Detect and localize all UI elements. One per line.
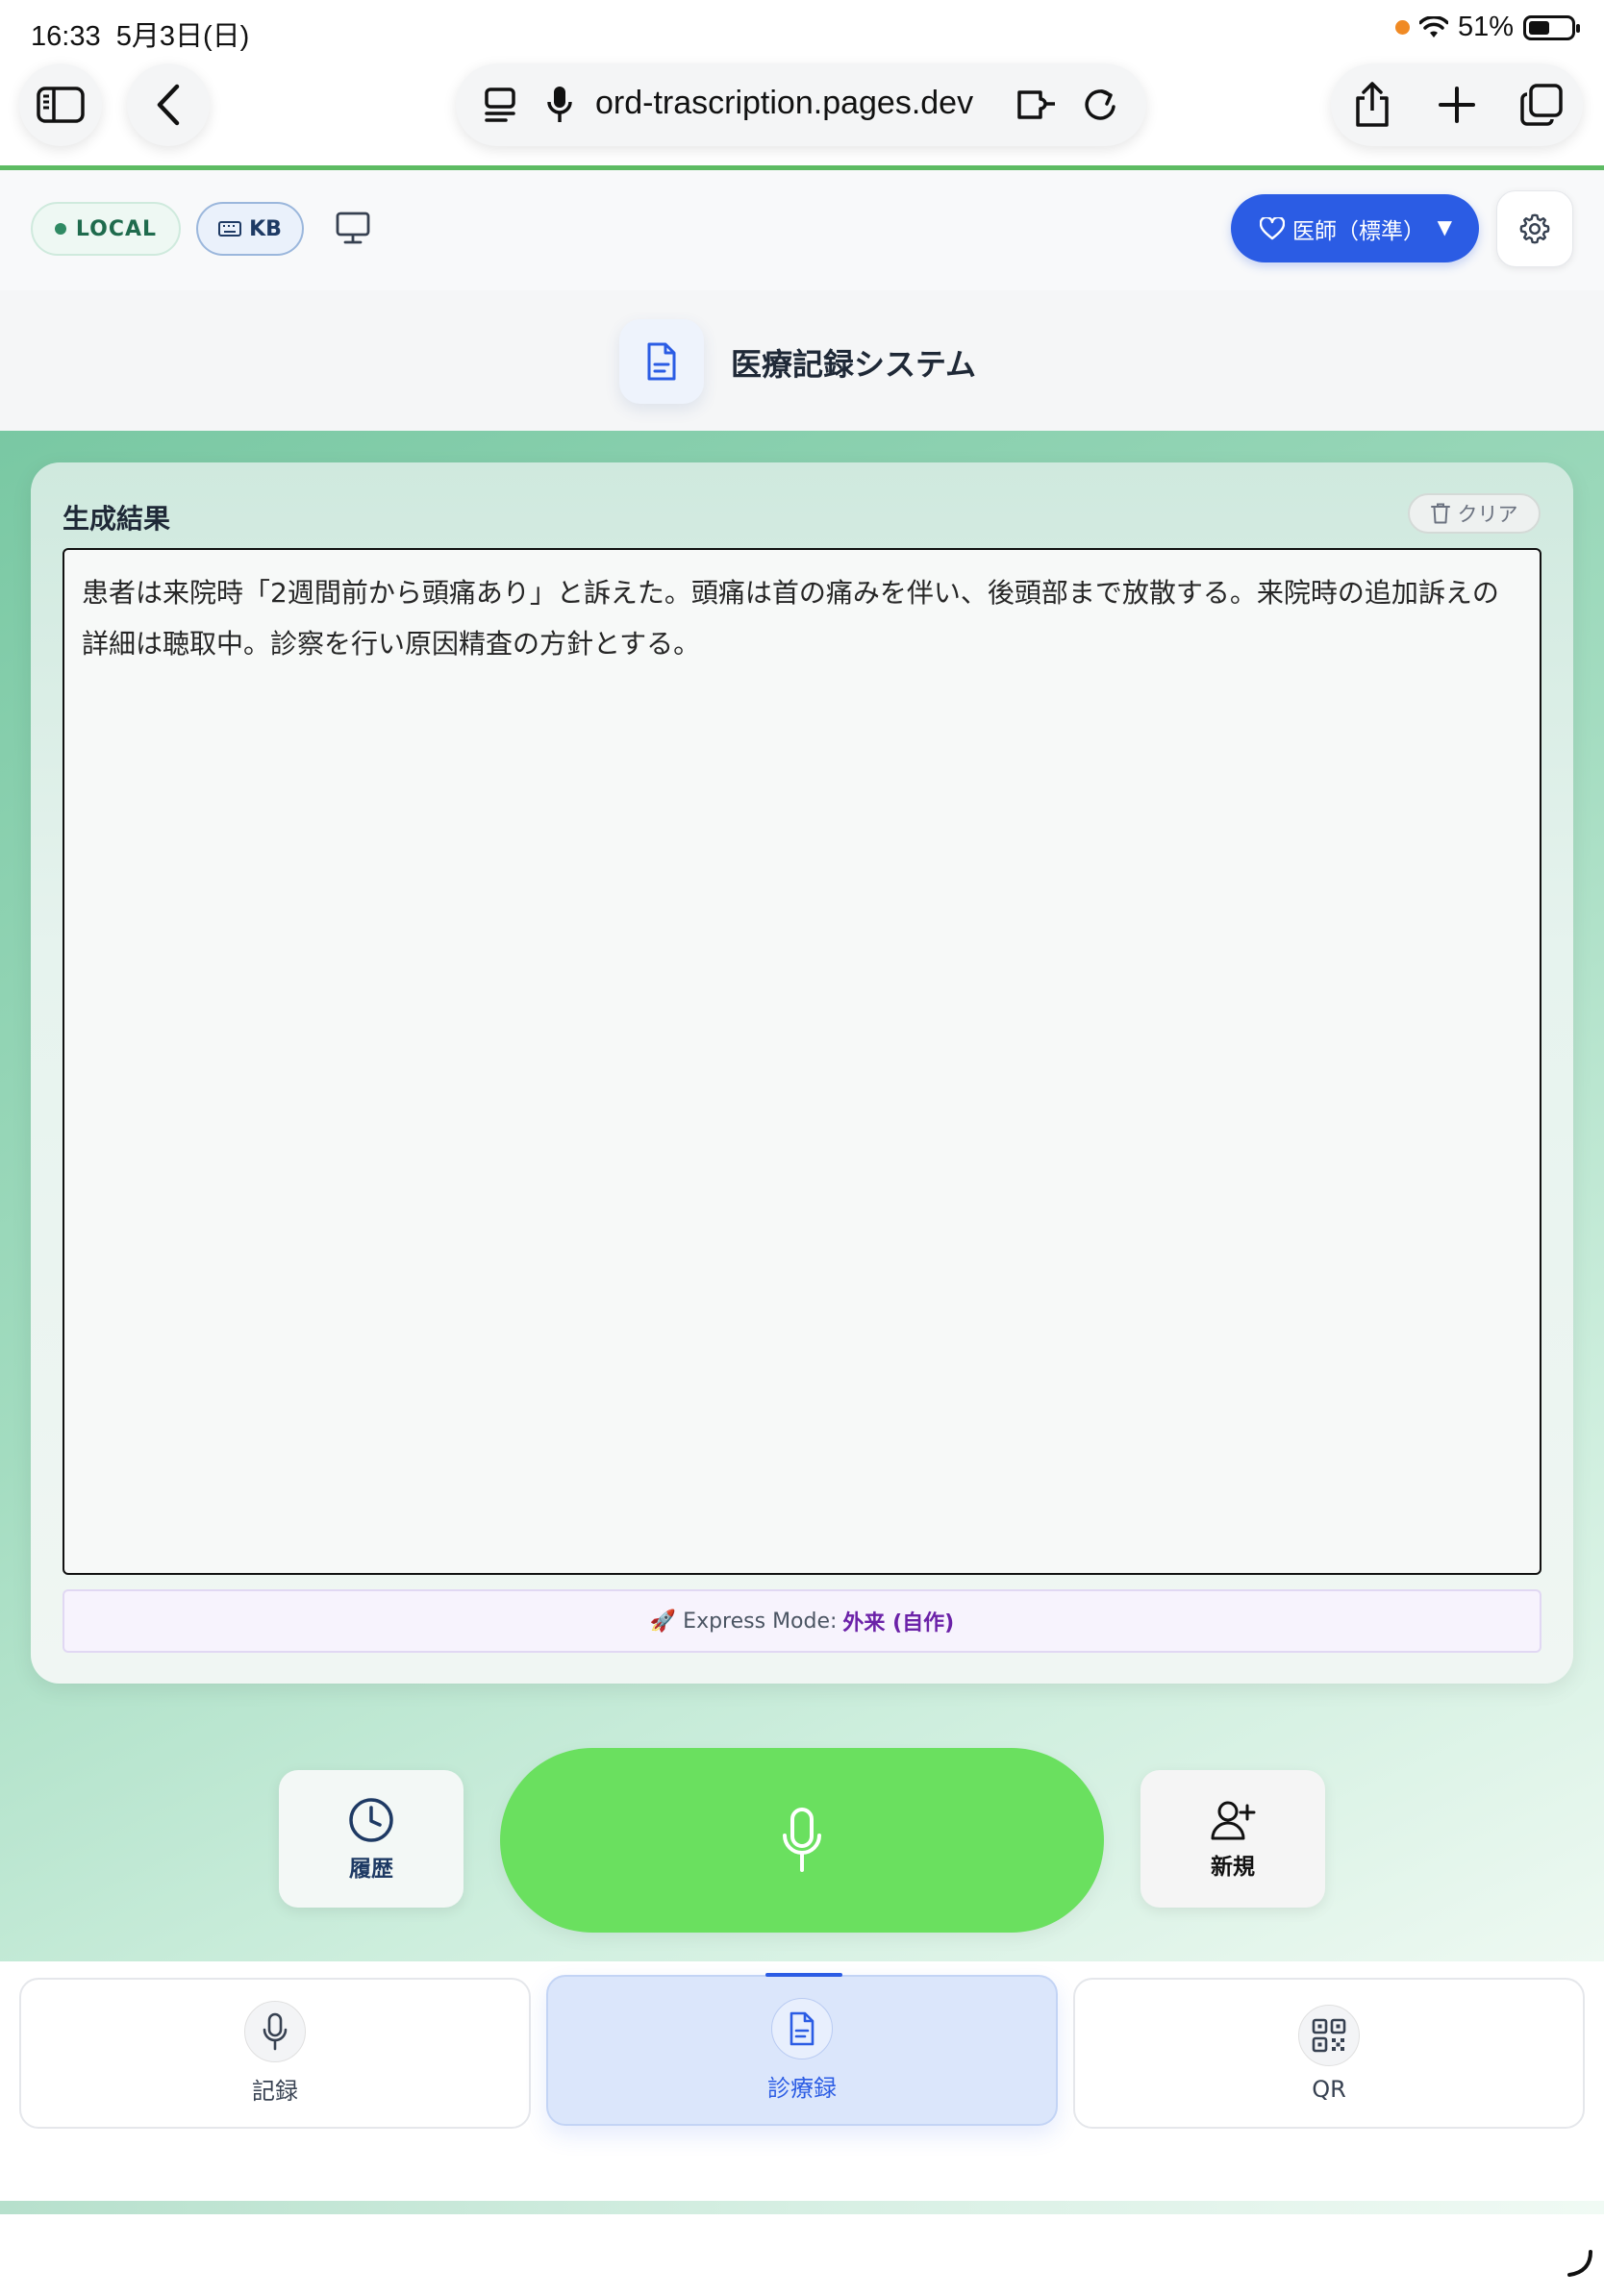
recording-indicator-icon <box>1394 20 1410 35</box>
result-textarea[interactable]: 患者は来院時「2週間前から頭痛あり」と訴えた。頭痛は首の痛みを伴い、後頭部まで放… <box>63 548 1541 1575</box>
wifi-icon <box>1418 15 1448 37</box>
main-panel: 生成結果 クリア 患者は来院時「2週間前から頭痛あり」と訴えた。頭痛は首の痛みを… <box>0 431 1604 1961</box>
clock-icon <box>349 1797 393 1842</box>
share-button[interactable] <box>1331 63 1414 146</box>
result-card: 生成結果 クリア 患者は来院時「2週間前から頭痛あり」と訴えた。頭痛は首の痛みを… <box>31 462 1573 1684</box>
extension-icon[interactable] <box>1015 87 1058 123</box>
qr-icon <box>1312 2018 1346 2052</box>
local-badge-label: LOCAL <box>75 216 158 241</box>
document-icon <box>647 342 676 381</box>
microphone-in-use-icon <box>547 87 572 122</box>
title-icon-box <box>619 319 704 404</box>
tab-qr-icon-circle <box>1298 2004 1360 2066</box>
mic-icon <box>263 2012 288 2051</box>
new-tab-button[interactable] <box>1416 63 1498 146</box>
title-area: 医療記録システム <box>0 290 1604 431</box>
active-tab-indicator <box>765 1973 842 1977</box>
mic-icon <box>783 1808 821 1872</box>
new-patient-button[interactable]: 新規 <box>1140 1770 1325 1908</box>
gear-icon <box>1519 213 1550 244</box>
battery-fill <box>1529 20 1550 35</box>
page-title: 医療記録システム <box>731 346 977 383</box>
express-mode-prefix: 🚀 Express Mode: <box>649 1609 838 1634</box>
keyboard-badge[interactable]: KB <box>196 202 304 256</box>
page-menu-icon <box>485 87 515 122</box>
history-button[interactable]: 履歴 <box>279 1770 464 1908</box>
status-dot-icon <box>54 223 66 235</box>
tab-medical-record-icon-circle <box>771 1998 833 2059</box>
sidebar-icon <box>37 87 85 123</box>
user-plus-icon <box>1211 1801 1256 1839</box>
status-date: 5月3日(日) <box>115 21 250 52</box>
reload-icon[interactable] <box>1081 86 1119 124</box>
result-text: 患者は来院時「2週間前から頭痛あり」と訴えた。頭痛は首の痛みを伴い、後頭部まで放… <box>82 577 1499 660</box>
battery-percent: 51% <box>1457 12 1514 42</box>
express-mode-value: 外来 (自作) <box>842 1611 955 1635</box>
heart-icon <box>1260 216 1285 239</box>
clear-button[interactable]: クリア <box>1408 493 1541 534</box>
kb-badge-label: KB <box>249 216 282 241</box>
history-label: 履歴 <box>349 1856 393 1882</box>
url-bar[interactable]: ord-trascription.pages.dev <box>456 63 1146 146</box>
url-text: ord-trascription.pages.dev <box>595 85 974 121</box>
tab-qr[interactable]: QR <box>1073 1978 1585 2129</box>
result-heading: 生成結果 <box>63 503 171 535</box>
monitor-icon[interactable] <box>335 210 371 246</box>
keyboard-icon <box>218 221 242 237</box>
tab-qr-label: QR <box>1312 2075 1346 2103</box>
status-indicators: 51% <box>1394 12 1580 43</box>
status-time: 16:33 5月3日(日) <box>31 13 249 54</box>
tabs-icon <box>1520 84 1563 126</box>
plus-icon <box>1439 87 1475 123</box>
record-button[interactable] <box>500 1748 1104 1933</box>
doctor-mode-select[interactable]: 医師（標準） ▼ <box>1231 194 1479 262</box>
tab-medical-record-label: 診療録 <box>767 2075 837 2102</box>
status-clock: 16:33 <box>31 21 101 52</box>
settings-button[interactable] <box>1496 190 1573 267</box>
sidebar-toggle-button[interactable] <box>19 63 102 146</box>
doctor-mode-label: 医師（標準） <box>1292 218 1425 244</box>
resize-corner-icon <box>1567 2250 1592 2277</box>
browser-actions <box>1331 63 1583 146</box>
tab-record-label: 記録 <box>252 2078 298 2105</box>
status-bar: 16:33 5月3日(日) 51% <box>0 0 1604 60</box>
share-icon <box>1356 82 1389 127</box>
local-status-badge[interactable]: LOCAL <box>31 202 181 256</box>
chevron-left-icon <box>157 84 180 126</box>
back-button[interactable] <box>127 63 210 146</box>
tabs-overview-button[interactable] <box>1500 63 1583 146</box>
bottom-nav: 記録 診療録 QR <box>0 1961 1604 2200</box>
chevron-down-icon: ▼ <box>1437 215 1452 238</box>
tab-medical-record[interactable]: 診療録 <box>546 1973 1058 2126</box>
app-topbar: LOCAL KB 医師（標準） ▼ <box>0 170 1604 290</box>
browser-toolbar: ord-trascription.pages.dev <box>0 60 1604 165</box>
new-label: 新規 <box>1211 1854 1255 1880</box>
tab-record[interactable]: 記録 <box>19 1978 531 2129</box>
bottom-accent-strip <box>0 2201 1604 2214</box>
clear-label: クリア <box>1457 503 1518 526</box>
document-icon <box>789 2011 815 2046</box>
express-mode-bar: 🚀 Express Mode: 外来 (自作) <box>63 1589 1541 1653</box>
tab-record-icon-circle <box>244 2001 306 2062</box>
trash-icon <box>1430 503 1450 524</box>
battery-icon <box>1523 14 1580 40</box>
